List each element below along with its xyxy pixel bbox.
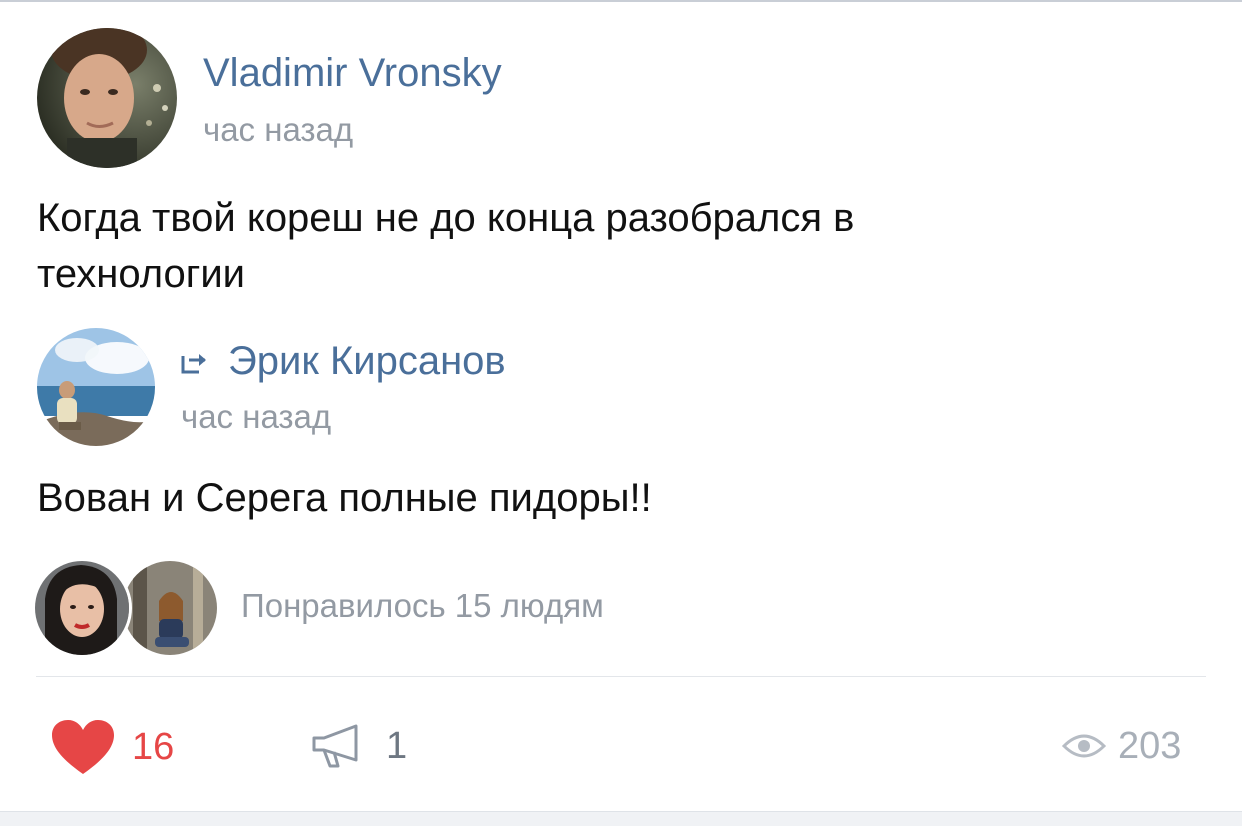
eye-icon xyxy=(1061,730,1107,762)
repost-text: Вован и Серега полные пидоры!! xyxy=(37,476,652,520)
post-time: час назад xyxy=(203,111,354,148)
divider xyxy=(36,676,1206,677)
repost-author-name[interactable]: Эрик Кирсанов xyxy=(228,337,506,385)
bottom-divider xyxy=(0,811,1242,826)
liker-avatar[interactable] xyxy=(32,558,132,658)
repost-author-avatar[interactable] xyxy=(37,328,155,446)
author-avatar[interactable] xyxy=(37,28,177,168)
likes-summary[interactable]: Понравилось 15 людям xyxy=(241,586,604,626)
megaphone-icon xyxy=(310,722,366,770)
heart-icon xyxy=(50,718,116,776)
share-count: 1 xyxy=(386,725,408,767)
post-text: Когда твой кореш не до конца разобрался … xyxy=(37,196,855,296)
like-button[interactable]: 16 xyxy=(50,718,174,776)
post-screen: Vladimir Vronsky час назад Когда твой ко… xyxy=(0,0,1242,826)
repost-arrow-icon xyxy=(179,346,211,376)
like-count: 16 xyxy=(132,726,175,768)
author-name[interactable]: Vladimir Vronsky xyxy=(203,49,502,97)
views-counter: 203 xyxy=(1061,724,1182,768)
views-count: 203 xyxy=(1118,725,1182,767)
share-button[interactable]: 1 xyxy=(310,722,407,770)
top-divider xyxy=(0,0,1242,2)
repost-time: час назад xyxy=(181,398,332,435)
liker-avatar[interactable] xyxy=(120,558,220,658)
